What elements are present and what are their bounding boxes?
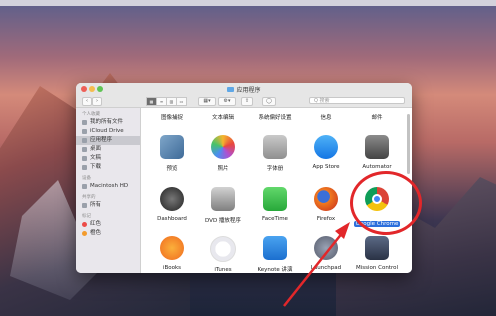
annotation-arrow xyxy=(283,222,350,307)
